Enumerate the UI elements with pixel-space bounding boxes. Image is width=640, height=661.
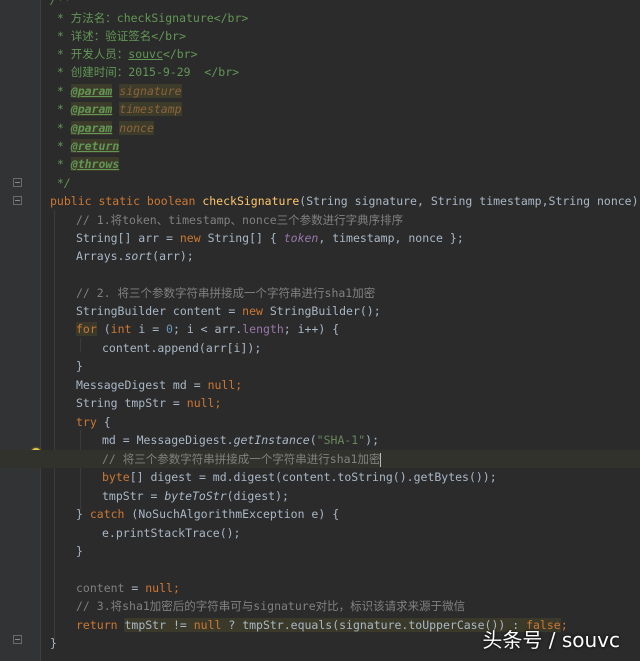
comment-line: // 3.将sha1加密后的字符串可与signature对比，标识该请求来源于微… bbox=[76, 599, 466, 613]
code-line: md = MessageDigest.getInstance("SHA-1"); bbox=[102, 433, 379, 447]
comment-line: // 1.将token、timestamp、nonce三个参数进行字典序排序 bbox=[76, 213, 404, 227]
text-caret bbox=[380, 452, 382, 467]
code-line: byte[] digest = md.digest(content.toStri… bbox=[102, 470, 497, 484]
code-line: String tmpStr = null; bbox=[76, 396, 222, 410]
comment-line-current: // 将三个参数字符串拼接成一个字符串进行sha1加密 bbox=[102, 452, 382, 467]
doc-close: */ bbox=[50, 176, 71, 190]
code-line: for (int i = 0; i < arr.length; i++) { bbox=[76, 322, 340, 336]
code-line: } bbox=[76, 359, 83, 373]
doc-open: /** bbox=[50, 0, 71, 7]
code-line: content.append(arr[i]); bbox=[102, 341, 262, 355]
fold-collapse-icon[interactable] bbox=[13, 635, 22, 644]
doc-throws: * @throws bbox=[50, 157, 120, 171]
code-line: Arrays.sort(arr); bbox=[76, 249, 194, 263]
code-line: content = null; bbox=[76, 581, 180, 595]
comment-line: // 2. 将三个参数字符串拼接成一个字符串进行sha1加密 bbox=[76, 286, 376, 300]
fold-collapse-icon[interactable] bbox=[13, 178, 22, 187]
doc-param: * @param nonce bbox=[50, 121, 154, 135]
doc-description: * 详述：验证签名</br> bbox=[50, 29, 186, 43]
doc-created-date: * 创建时间：2015-9-29 </br> bbox=[50, 65, 240, 79]
indent-guide bbox=[54, 210, 55, 640]
doc-param: * @param signature bbox=[50, 84, 182, 98]
code-line: } bbox=[50, 636, 57, 650]
code-line: StringBuilder content = new StringBuilde… bbox=[76, 304, 381, 318]
editor-gutter bbox=[0, 0, 41, 661]
indent-guide bbox=[80, 430, 81, 510]
fold-collapse-icon[interactable] bbox=[13, 196, 22, 205]
code-line: e.printStackTrace(); bbox=[102, 526, 241, 540]
code-line: MessageDigest md = null; bbox=[76, 378, 243, 392]
code-line: try { bbox=[76, 415, 111, 429]
doc-return: * @return bbox=[50, 139, 120, 153]
doc-method-name: * 方法名：checkSignature</br> bbox=[50, 11, 249, 25]
code-line: String[] arr = new String[] { token, tim… bbox=[76, 231, 464, 245]
code-line: } bbox=[76, 544, 83, 558]
doc-author: * 开发人员：souvc</br> bbox=[50, 47, 198, 61]
doc-param: * @param timestamp bbox=[50, 102, 182, 116]
method-signature: public static boolean checkSignature(Str… bbox=[50, 194, 640, 208]
code-line: } catch (NoSuchAlgorithmException e) { bbox=[76, 507, 340, 521]
watermark: 头条号 / souvc bbox=[482, 628, 620, 652]
code-line: tmpStr = byteToStr(digest); bbox=[102, 489, 289, 503]
indent-guide bbox=[80, 338, 81, 352]
